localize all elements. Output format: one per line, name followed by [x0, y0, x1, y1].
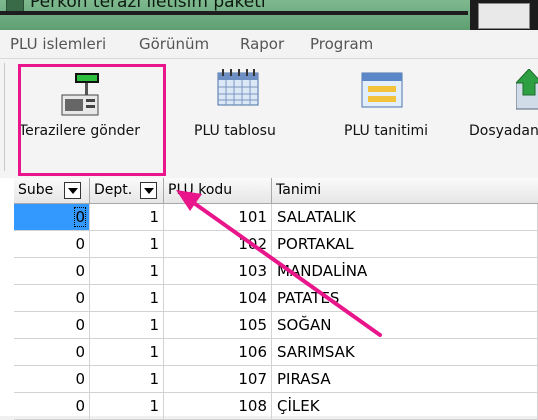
- annotation-arrow: [176, 190, 382, 337]
